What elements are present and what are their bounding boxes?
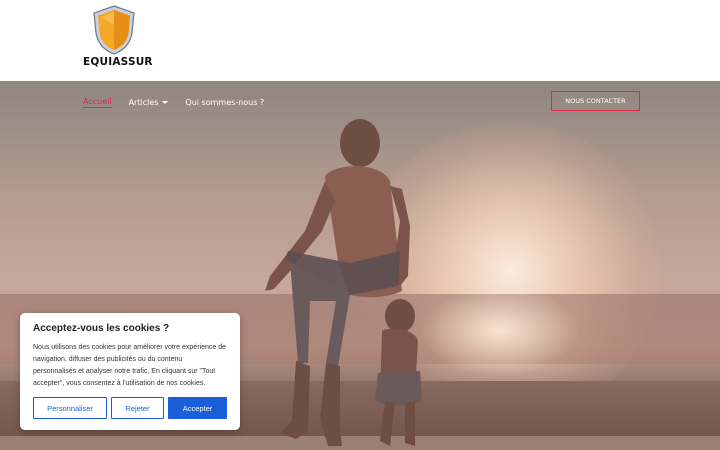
cookie-buttons: Personnaliser Rejeter Accepter xyxy=(33,397,231,419)
nav-item-label: Qui sommes-nous ? xyxy=(185,97,265,107)
shield-icon xyxy=(93,5,135,55)
accept-button[interactable]: Accepter xyxy=(168,397,227,419)
nav-item-qui-sommes-nous[interactable]: Qui sommes-nous ? xyxy=(185,98,264,107)
nav-item-accueil[interactable]: Accueil xyxy=(83,97,112,108)
nav-item-articles[interactable]: Articles xyxy=(129,98,169,107)
father-and-child-silhouette xyxy=(265,119,422,446)
nav-item-label: Accueil xyxy=(83,96,112,106)
nav-item-label: Articles xyxy=(128,97,159,107)
reject-button[interactable]: Rejeter xyxy=(111,397,164,419)
chevron-down-icon xyxy=(162,100,169,104)
contact-button[interactable]: NOUS CONTACTER xyxy=(551,91,640,111)
cookie-body: Nous utilisons des cookies pour améliore… xyxy=(33,344,226,387)
site-logo[interactable]: EQUIASSUR xyxy=(83,5,153,69)
logo-text: EQUIASSUR xyxy=(83,56,153,68)
site-header: EQUIASSUR xyxy=(0,0,720,81)
cookie-consent-dialog: Acceptez-vous les cookies ? Nous utiliso… xyxy=(20,313,240,430)
main-nav: Accueil Articles Qui sommes-nous ? xyxy=(83,95,281,109)
customize-button[interactable]: Personnaliser xyxy=(33,397,107,419)
cookie-title: Acceptez-vous les cookies ? xyxy=(33,323,170,334)
